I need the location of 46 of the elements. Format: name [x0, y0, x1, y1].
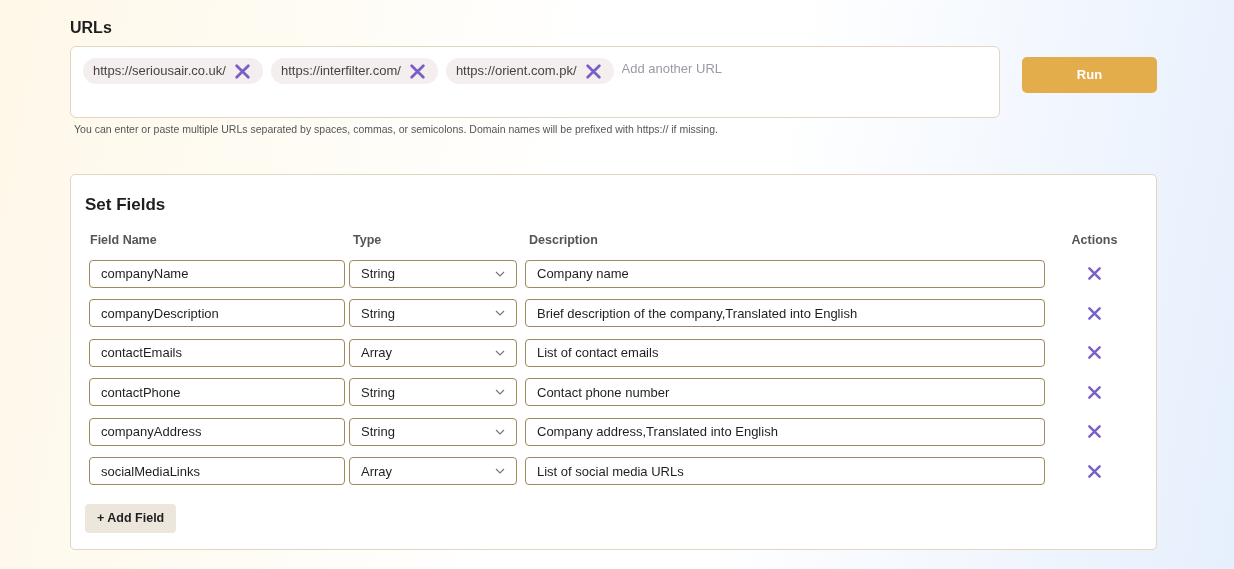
- chevron-down-icon: [495, 428, 505, 435]
- field-name-input[interactable]: companyDescription: [89, 299, 345, 328]
- description-input[interactable]: Company address,Translated into English: [525, 417, 1045, 446]
- chevron-down-icon: [495, 389, 505, 396]
- type-select[interactable]: Array: [349, 457, 517, 486]
- column-header: Actions: [1070, 231, 1119, 247]
- add-field-button[interactable]: + Add Field: [85, 504, 177, 534]
- type-select[interactable]: String: [349, 378, 517, 407]
- description-input[interactable]: List of contact emails: [525, 338, 1045, 367]
- url-input-field[interactable]: https://seriousair.co.uk/ https://interfilter.com/ https://orient.com.pk/ Add another URL: [70, 46, 1000, 118]
- close-icon[interactable]: [1087, 424, 1102, 440]
- close-icon[interactable]: [233, 62, 251, 80]
- type-select[interactable]: String: [349, 299, 517, 328]
- close-icon[interactable]: [408, 62, 426, 80]
- field-name-input[interactable]: socialMediaLinks: [89, 457, 345, 486]
- url-tag: https://seriousair.co.uk/: [83, 58, 263, 84]
- hint-text: You can enter or paste multiple URLs separated by spaces, commas, or semicolons. Domain names will be prefixed with https:// if missing.: [73, 122, 719, 137]
- close-icon[interactable]: [1087, 345, 1102, 361]
- column-header: Type: [352, 231, 383, 247]
- close-icon[interactable]: [1087, 266, 1102, 282]
- description-input[interactable]: Contact phone number: [525, 378, 1045, 407]
- type-select[interactable]: String: [349, 259, 517, 288]
- close-icon[interactable]: [1087, 463, 1102, 479]
- chevron-down-icon: [495, 349, 505, 356]
- section-title: URLs: [70, 18, 113, 38]
- url-text-input[interactable]: Add another URL: [621, 58, 987, 78]
- field-name-input[interactable]: companyName: [89, 259, 345, 288]
- chevron-down-icon: [495, 468, 505, 475]
- chevron-down-icon: [495, 270, 505, 277]
- url-tag: https://interfilter.com/: [270, 58, 438, 84]
- column-header: Description: [528, 231, 599, 247]
- close-icon[interactable]: [1087, 384, 1102, 400]
- field-name-input[interactable]: contactPhone: [89, 378, 345, 407]
- close-icon[interactable]: [584, 62, 602, 80]
- description-input[interactable]: Company name: [525, 259, 1045, 288]
- url-tag: https://orient.com.pk/: [445, 58, 614, 84]
- type-select[interactable]: String: [349, 417, 517, 446]
- field-name-input[interactable]: companyAddress: [89, 417, 345, 446]
- description-input[interactable]: Brief description of the company,Translated into English: [525, 299, 1045, 328]
- close-icon[interactable]: [1087, 305, 1102, 321]
- chevron-down-icon: [495, 310, 505, 317]
- card-title: Set Fields: [85, 193, 167, 214]
- field-name-input[interactable]: contactEmails: [89, 338, 345, 367]
- column-header: Field Name: [89, 231, 158, 247]
- description-input[interactable]: List of social media URLs: [525, 457, 1045, 486]
- type-select[interactable]: Array: [349, 338, 517, 367]
